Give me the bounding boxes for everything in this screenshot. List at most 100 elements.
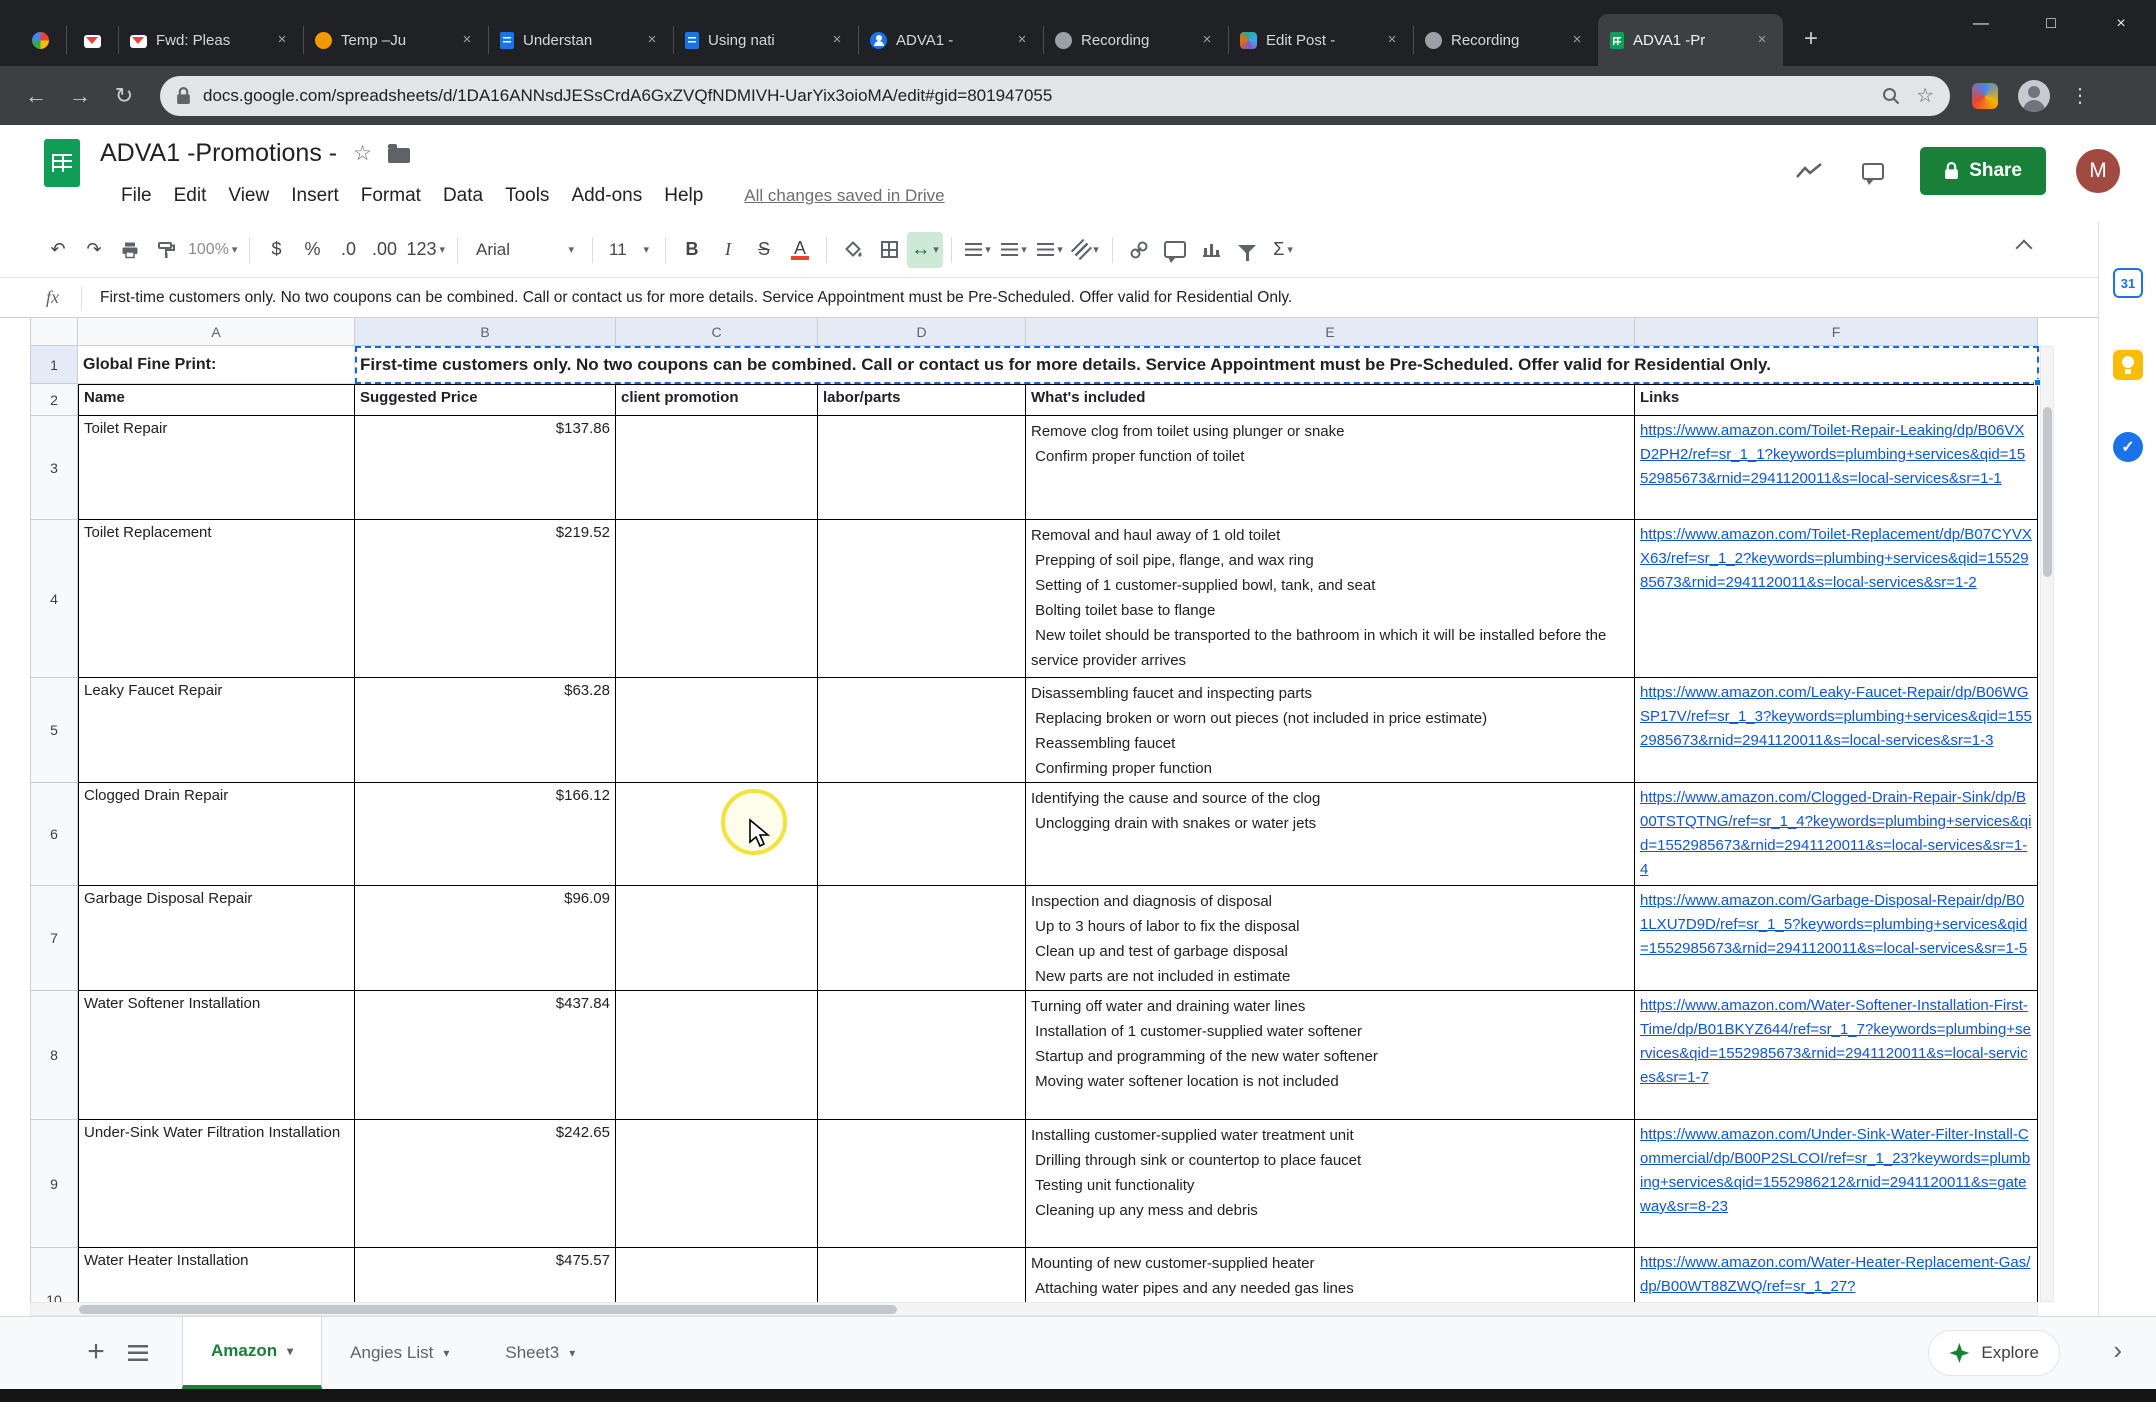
link-cell[interactable]: https://www.amazon.com/Toilet-Repair-Lea… (1635, 416, 2038, 520)
menu-help[interactable]: Help (653, 181, 714, 211)
row-header-2[interactable]: 2 (30, 384, 78, 416)
row-header-4[interactable]: 4 (30, 520, 78, 678)
format-currency-button[interactable]: $ (258, 232, 294, 268)
footer-chevron-icon[interactable]: › (2113, 1335, 2122, 1366)
menu-insert[interactable]: Insert (280, 181, 350, 211)
menu-format[interactable]: Format (350, 181, 432, 211)
tab-close-icon[interactable]: × (1198, 31, 1216, 49)
header-cell-name[interactable]: Name (78, 384, 355, 416)
included-cell[interactable]: Remove clog from toilet using plunger or… (1026, 416, 1635, 520)
calendar-icon[interactable]: 31 (2113, 268, 2143, 298)
browser-tab-pinned-1[interactable] (14, 14, 66, 66)
bold-button[interactable]: B (674, 232, 710, 268)
name-cell[interactable]: Water Heater Installation (78, 1248, 355, 1302)
text-color-button[interactable]: A (782, 232, 818, 268)
bookmark-star-icon[interactable]: ☆ (1916, 83, 1934, 108)
included-cell[interactable]: Identifying the cause and source of the … (1026, 783, 1635, 886)
move-to-folder-icon[interactable] (388, 148, 410, 163)
font-select[interactable]: Arial ▾ (466, 232, 584, 268)
labor-cell[interactable] (818, 783, 1026, 886)
row-header-9[interactable]: 9 (30, 1120, 78, 1248)
menu-edit[interactable]: Edit (163, 181, 218, 211)
fill-color-button[interactable] (835, 232, 871, 268)
row-header-10[interactable]: 10 (30, 1248, 78, 1302)
tab-close-icon[interactable]: × (458, 31, 476, 49)
tab-close-icon[interactable]: × (643, 31, 661, 49)
column-header-c[interactable]: C (616, 318, 818, 346)
link-cell[interactable]: https://www.amazon.com/Under-Sink-Water-… (1635, 1120, 2038, 1248)
browser-menu-icon[interactable]: ⋮ (2058, 74, 2102, 118)
new-tab-button[interactable]: + (1791, 20, 1831, 60)
increase-decimal-button[interactable]: .00 (366, 232, 402, 268)
zoom-page-icon[interactable] (1882, 87, 1900, 105)
borders-button[interactable] (871, 232, 907, 268)
promo-cell[interactable] (616, 1120, 818, 1248)
zoom-select[interactable]: 100% ▾ (184, 232, 241, 268)
price-cell[interactable]: $96.09 (355, 886, 616, 991)
included-cell[interactable]: Mounting of new customer-supplied heater… (1026, 1248, 1635, 1302)
labor-cell[interactable] (818, 520, 1026, 678)
price-cell[interactable]: $63.28 (355, 678, 616, 783)
name-cell[interactable]: Garbage Disposal Repair (78, 886, 355, 991)
tab-close-icon[interactable]: × (1568, 31, 1586, 49)
included-cell[interactable]: Removal and haul away of 1 old toilet Pr… (1026, 520, 1635, 678)
sheets-logo[interactable] (44, 139, 80, 187)
horizontal-align-select[interactable]: ▾ (960, 232, 996, 268)
browser-tab-understan[interactable]: Understan × (488, 14, 673, 66)
star-document-icon[interactable]: ☆ (353, 141, 372, 166)
price-cell[interactable]: $219.52 (355, 520, 616, 678)
number-format-select[interactable]: 123 ▾ (402, 232, 449, 268)
create-filter-button[interactable] (1229, 232, 1265, 268)
name-cell[interactable]: Leaky Faucet Repair (78, 678, 355, 783)
row-header-5[interactable]: 5 (30, 678, 78, 783)
price-cell[interactable]: $166.12 (355, 783, 616, 886)
promo-cell[interactable] (616, 520, 818, 678)
insert-link-button[interactable] (1121, 232, 1157, 268)
column-header-a[interactable]: A (78, 318, 355, 346)
cell-b1-merged[interactable]: First-time customers only. No two coupon… (355, 346, 2038, 384)
tab-close-icon[interactable]: × (273, 31, 291, 49)
insert-chart-button[interactable] (1193, 232, 1229, 268)
included-cell[interactable]: Turning off water and draining water lin… (1026, 991, 1635, 1120)
tab-close-icon[interactable]: × (1383, 31, 1401, 49)
labor-cell[interactable] (818, 991, 1026, 1120)
insert-comment-button[interactable] (1157, 232, 1193, 268)
explore-button[interactable]: Explore (1928, 1330, 2060, 1376)
menu-view[interactable]: View (217, 181, 280, 211)
labor-cell[interactable] (818, 1120, 1026, 1248)
row-header-1[interactable]: 1 (30, 346, 78, 384)
redo-button[interactable]: ↷ (76, 232, 112, 268)
name-cell[interactable]: Toilet Repair (78, 416, 355, 520)
cell-a1[interactable]: Global Fine Print: (78, 346, 355, 384)
browser-tab-adva1[interactable]: ADVA1 - × (858, 14, 1043, 66)
extension-icon[interactable] (1972, 83, 1998, 109)
vertical-scrollbar-thumb[interactable] (2043, 407, 2052, 577)
name-cell[interactable]: Clogged Drain Repair (78, 783, 355, 886)
promo-cell[interactable] (616, 416, 818, 520)
decrease-decimal-button[interactable]: .0 (330, 232, 366, 268)
formula-input[interactable]: First-time customers only. No two coupon… (100, 289, 2098, 307)
promo-cell[interactable] (616, 678, 818, 783)
promo-cell[interactable] (616, 783, 818, 886)
sheet-tab-sheet3[interactable]: Sheet3 ▾ (477, 1317, 603, 1389)
price-cell[interactable]: $437.84 (355, 991, 616, 1120)
browser-tab-fwd-pleas[interactable]: Fwd: Pleas × (118, 14, 303, 66)
format-percent-button[interactable]: % (294, 232, 330, 268)
print-button[interactable] (112, 232, 148, 268)
header-cell-price[interactable]: Suggested Price (355, 384, 616, 416)
window-close-button[interactable]: × (2086, 0, 2156, 48)
merge-cells-button[interactable]: ↔ ▾ (907, 232, 943, 268)
included-cell[interactable]: Disassembling faucet and inspecting part… (1026, 678, 1635, 783)
functions-select[interactable]: Σ ▾ (1265, 232, 1301, 268)
undo-button[interactable]: ↶ (40, 232, 76, 268)
strikethrough-button[interactable]: S (746, 232, 782, 268)
browser-tab-using-nati[interactable]: Using nati × (673, 14, 858, 66)
header-cell-promo[interactable]: client promotion (616, 384, 818, 416)
header-cell-links[interactable]: Links (1635, 384, 2038, 416)
sheet-tab-angies-list[interactable]: Angies List ▾ (322, 1317, 477, 1389)
header-cell-included[interactable]: What's included (1026, 384, 1635, 416)
vertical-scrollbar[interactable] (2040, 346, 2054, 1302)
document-title[interactable]: ADVA1 -Promotions - (100, 139, 337, 168)
included-cell[interactable]: Inspection and diagnosis of disposal Up … (1026, 886, 1635, 991)
included-cell[interactable]: Installing customer-supplied water treat… (1026, 1120, 1635, 1248)
